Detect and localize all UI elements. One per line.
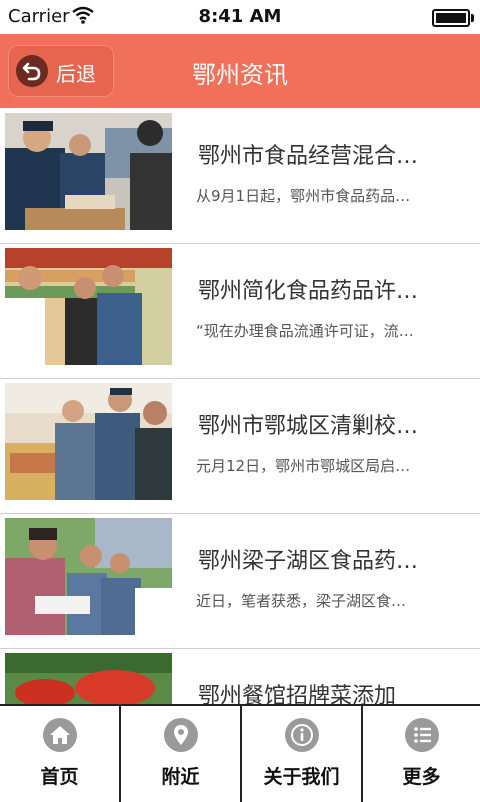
news-thumbnail bbox=[5, 248, 172, 365]
list-item[interactable]: 鄂州餐馆招牌菜添加 bbox=[0, 648, 480, 704]
nav-bar: 后退 鄂州资讯 bbox=[0, 34, 480, 108]
news-list[interactable]: 鄂州市食品经营混合… 从9月1日起，鄂州市食品药品… 鄂州简化食品药品许… “现… bbox=[0, 108, 480, 704]
tab-label: 更多 bbox=[402, 766, 441, 788]
home-icon bbox=[42, 718, 77, 752]
news-thumbnail bbox=[5, 113, 172, 230]
tab-bar: 首页 附近 关于我们 更多 bbox=[0, 704, 480, 802]
news-thumbnail bbox=[5, 653, 172, 704]
tab-label: 关于我们 bbox=[263, 766, 340, 788]
news-thumbnail bbox=[5, 383, 172, 500]
tab-nearby[interactable]: 附近 bbox=[121, 706, 242, 802]
news-title: 鄂州市食品经营混合… bbox=[198, 144, 419, 169]
news-summary: 近日，笔者获悉，梁子湖区食… bbox=[196, 592, 407, 610]
list-item[interactable]: 鄂州简化食品药品许… “现在办理食品流通许可证，流… bbox=[0, 243, 480, 379]
tab-home[interactable]: 首页 bbox=[0, 706, 121, 802]
location-pin-icon bbox=[163, 718, 198, 752]
news-title: 鄂州餐馆招牌菜添加 bbox=[198, 684, 397, 704]
list-item[interactable]: 鄂州市鄂城区清剿校… 元月12日，鄂州市鄂城区局启… bbox=[0, 378, 480, 514]
tab-more[interactable]: 更多 bbox=[363, 706, 480, 802]
list-item[interactable]: 鄂州梁子湖区食品药… 近日，笔者获悉，梁子湖区食… bbox=[0, 513, 480, 649]
news-summary: 元月12日，鄂州市鄂城区局启… bbox=[196, 457, 411, 475]
tab-label: 首页 bbox=[40, 766, 79, 788]
tab-about-us[interactable]: 关于我们 bbox=[242, 706, 363, 802]
page-title: 鄂州资讯 bbox=[192, 61, 288, 89]
news-title: 鄂州梁子湖区食品药… bbox=[198, 549, 419, 574]
news-thumbnail bbox=[5, 518, 172, 635]
tab-label: 附近 bbox=[161, 766, 200, 788]
news-title: 鄂州市鄂城区清剿校… bbox=[198, 414, 419, 439]
news-summary: “现在办理食品流通许可证，流… bbox=[196, 322, 414, 340]
news-title: 鄂州简化食品药品许… bbox=[198, 279, 419, 304]
news-summary: 从9月1日起，鄂州市食品药品… bbox=[196, 187, 411, 205]
list-icon bbox=[404, 718, 439, 752]
list-item[interactable]: 鄂州市食品经营混合… 从9月1日起，鄂州市食品药品… bbox=[0, 108, 480, 244]
clock: 8:41 AM bbox=[198, 6, 282, 27]
battery-icon bbox=[432, 9, 474, 27]
info-icon bbox=[284, 718, 319, 752]
status-bar: Carrier 8:41 AM bbox=[0, 0, 480, 34]
